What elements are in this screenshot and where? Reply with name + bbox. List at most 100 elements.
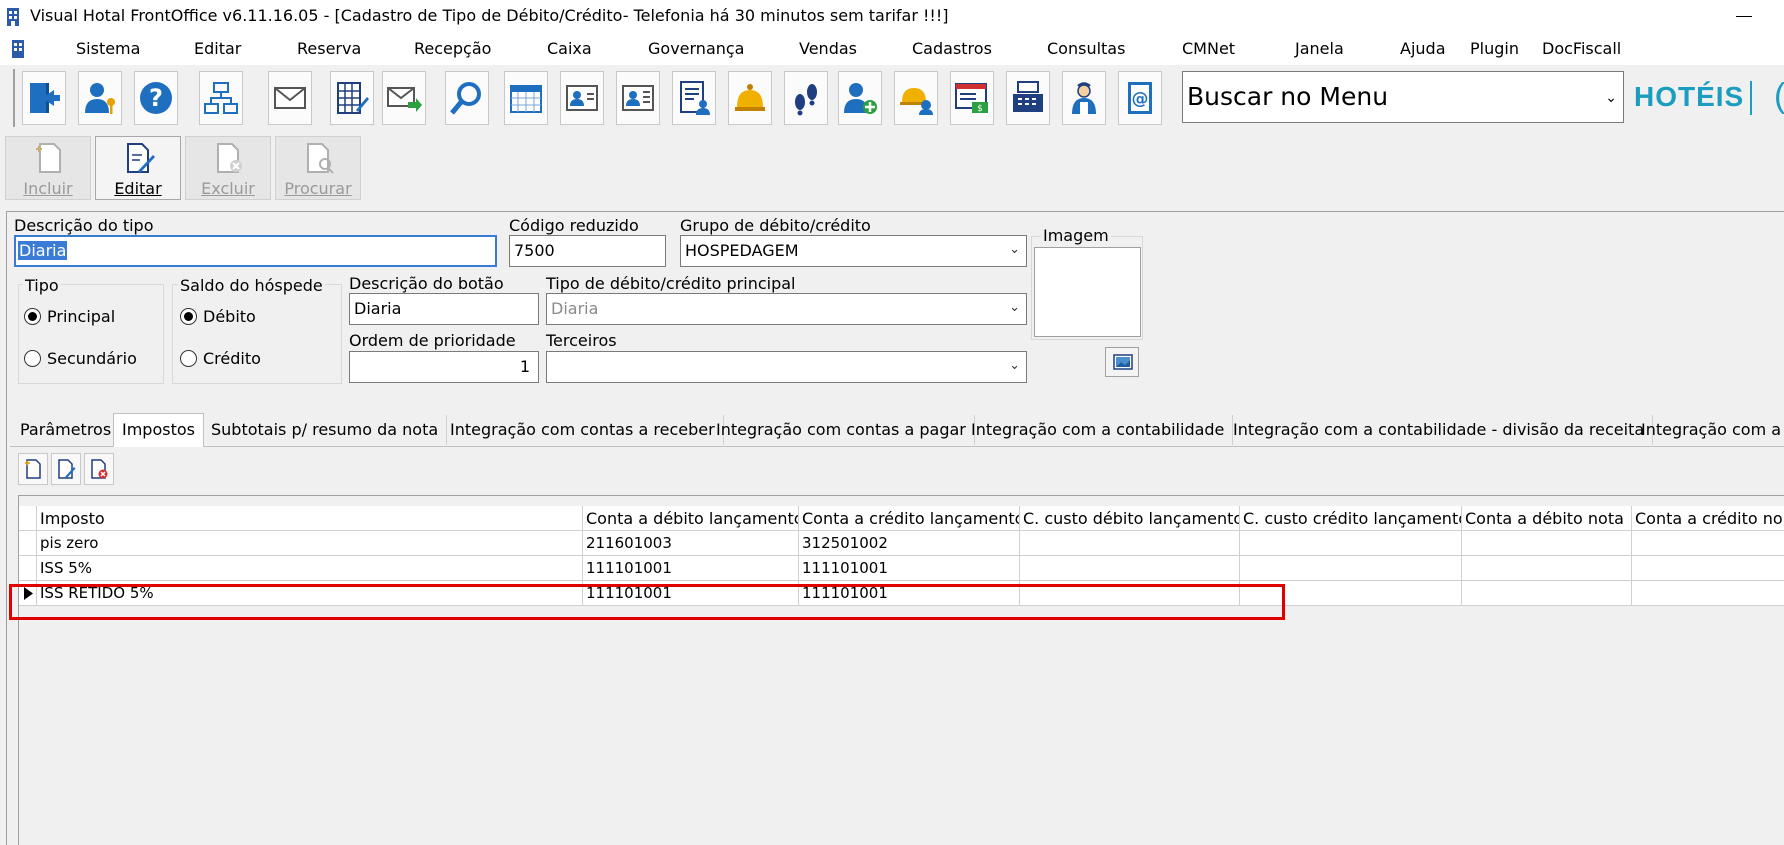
terceiros-select[interactable]: ⌄: [546, 351, 1027, 383]
descricao-tipo-label: Descrição do tipo: [14, 216, 154, 235]
menu-docfiscall[interactable]: DocFiscall: [1542, 39, 1621, 58]
help-button[interactable]: ?: [134, 71, 178, 125]
spreadsheet-edit-button[interactable]: [330, 71, 374, 125]
table-cell[interactable]: [1240, 556, 1462, 581]
grid-delete-button[interactable]: [84, 453, 114, 485]
mail-forward-button[interactable]: [382, 71, 426, 125]
saldo-credito-radio[interactable]: Crédito: [180, 349, 261, 368]
grid-add-button[interactable]: [18, 453, 48, 485]
menu-reserva[interactable]: Reserva: [297, 39, 361, 58]
saldo-group: [172, 284, 342, 384]
row-indicator[interactable]: [19, 556, 37, 581]
tab-impostos[interactable]: Impostos: [113, 413, 204, 447]
menu-recepcao[interactable]: Recepção: [414, 39, 491, 58]
descricao-botao-input[interactable]: Diaria: [349, 293, 539, 325]
table-cell[interactable]: [1462, 581, 1632, 606]
maid-button[interactable]: [1062, 71, 1106, 125]
tipo-secundario-radio[interactable]: Secundário: [24, 349, 137, 368]
table-cell[interactable]: 111101001: [583, 556, 799, 581]
procurar-button[interactable]: Procurar: [275, 136, 361, 200]
cash-register-button[interactable]: [1006, 71, 1050, 125]
concierge-button[interactable]: [894, 71, 938, 125]
tipo-principal-radio[interactable]: Principal: [24, 307, 115, 326]
grid-header-conta-credito-nota[interactable]: Conta a crédito no: [1632, 506, 1784, 531]
table-cell[interactable]: [1462, 531, 1632, 556]
ordem-input[interactable]: 1: [349, 351, 539, 383]
guest-card-button[interactable]: [560, 71, 604, 125]
table-cell[interactable]: ISS 5%: [37, 556, 583, 581]
codigo-reduzido-input[interactable]: 7500: [509, 235, 666, 267]
grid-header-ccusto-debito-lancamento[interactable]: C. custo débito lançamento: [1020, 506, 1240, 531]
excluir-button[interactable]: Excluir: [185, 136, 271, 200]
menu-plugin[interactable]: Plugin: [1470, 39, 1519, 58]
brand-divider: [1750, 81, 1752, 115]
menu-editar[interactable]: Editar: [194, 39, 241, 58]
address-book-button[interactable]: @: [1118, 71, 1162, 125]
toolbar-grip[interactable]: [13, 69, 18, 127]
envelope-button[interactable]: [268, 71, 312, 125]
grid-header-conta-credito-lancamento[interactable]: Conta a crédito lançamento: [799, 506, 1020, 531]
grid-header-conta-debito-nota[interactable]: Conta a débito nota: [1462, 506, 1632, 531]
edit-document-icon: [127, 143, 155, 173]
grupo-value: HOSPEDAGEM: [685, 241, 799, 260]
table-cell[interactable]: [1632, 531, 1784, 556]
user-key-button[interactable]: [78, 71, 122, 125]
tab-integracao-more[interactable]: Integração com a c: [1633, 415, 1784, 445]
row-indicator[interactable]: [19, 531, 37, 556]
minimize-button[interactable]: [1736, 16, 1752, 17]
grid-header-ccusto-credito-lancamento[interactable]: C. custo crédito lançamento: [1240, 506, 1462, 531]
app-menu-icon[interactable]: [9, 39, 27, 59]
new-document-icon: [36, 143, 61, 173]
grid-header-conta-debito-lancamento[interactable]: Conta a débito lançamento: [583, 506, 799, 531]
table-cell[interactable]: 211601003: [583, 531, 799, 556]
table-cell[interactable]: [1020, 531, 1240, 556]
radio-unselected-icon: [180, 350, 197, 367]
add-user-button[interactable]: [838, 71, 882, 125]
menu-vendas[interactable]: Vendas: [799, 39, 857, 58]
table-cell[interactable]: 111101001: [799, 556, 1020, 581]
search-button[interactable]: [445, 71, 489, 125]
spreadsheet-edit-icon: [337, 82, 369, 114]
table-cell[interactable]: [1020, 556, 1240, 581]
guest-list-button[interactable]: [672, 71, 716, 125]
table-cell[interactable]: [1240, 531, 1462, 556]
tab-parametros[interactable]: Parâmetros: [12, 415, 121, 445]
descricao-tipo-input[interactable]: Diaria: [14, 235, 497, 267]
exit-button[interactable]: [22, 71, 66, 125]
bell-button[interactable]: [728, 71, 772, 125]
invoice-button[interactable]: $: [950, 71, 994, 125]
menu-consultas[interactable]: Consultas: [1047, 39, 1125, 58]
menu-janela[interactable]: Janela: [1295, 39, 1344, 58]
menu-cmnet[interactable]: CMNet: [1182, 39, 1235, 58]
saldo-credito-label: Crédito: [203, 349, 261, 368]
load-image-button[interactable]: [1105, 347, 1139, 377]
grid-edit-button[interactable]: [51, 453, 81, 485]
tab-contabilidade-divisao[interactable]: Integração com a contabilidade - divisão…: [1225, 415, 1654, 445]
org-chart-button[interactable]: [199, 71, 243, 125]
table-cell[interactable]: [1632, 581, 1784, 606]
tab-subtotais[interactable]: Subtotais p/ resumo da nota: [203, 415, 448, 445]
grupo-select[interactable]: HOSPEDAGEM ⌄: [680, 235, 1027, 267]
table-cell[interactable]: [1632, 556, 1784, 581]
menu-ajuda[interactable]: Ajuda: [1400, 39, 1446, 58]
table-cell[interactable]: 312501002: [799, 531, 1020, 556]
tab-contas-receber[interactable]: Integração com contas a receber: [442, 415, 724, 445]
menu-governanca[interactable]: Governança: [648, 39, 744, 58]
guest-card-2-button[interactable]: [616, 71, 660, 125]
saldo-debito-radio[interactable]: Débito: [180, 307, 256, 326]
footprints-button[interactable]: [784, 71, 828, 125]
tab-contabilidade[interactable]: Integração com a contabilidade: [963, 415, 1234, 445]
grid-header-imposto[interactable]: Imposto: [37, 506, 583, 531]
editar-button[interactable]: Editar: [95, 136, 181, 200]
menu-sistema[interactable]: Sistema: [76, 39, 140, 58]
menu-caixa[interactable]: Caixa: [547, 39, 592, 58]
menu-search-select[interactable]: Buscar no Menu ⌄: [1182, 71, 1624, 123]
table-cell[interactable]: pis zero: [37, 531, 583, 556]
menu-cadastros[interactable]: Cadastros: [912, 39, 992, 58]
main-toolbar: ? $ @ Buscar no Menu ⌄ HOTÉIS: [0, 65, 1784, 131]
incluir-button[interactable]: Incluir: [5, 136, 91, 200]
table-cell[interactable]: [1462, 556, 1632, 581]
tipo-principal-select[interactable]: Diaria ⌄: [546, 293, 1027, 325]
calendar-button[interactable]: [504, 71, 548, 125]
tab-contas-pagar[interactable]: Integração com contas a pagar: [708, 415, 975, 445]
